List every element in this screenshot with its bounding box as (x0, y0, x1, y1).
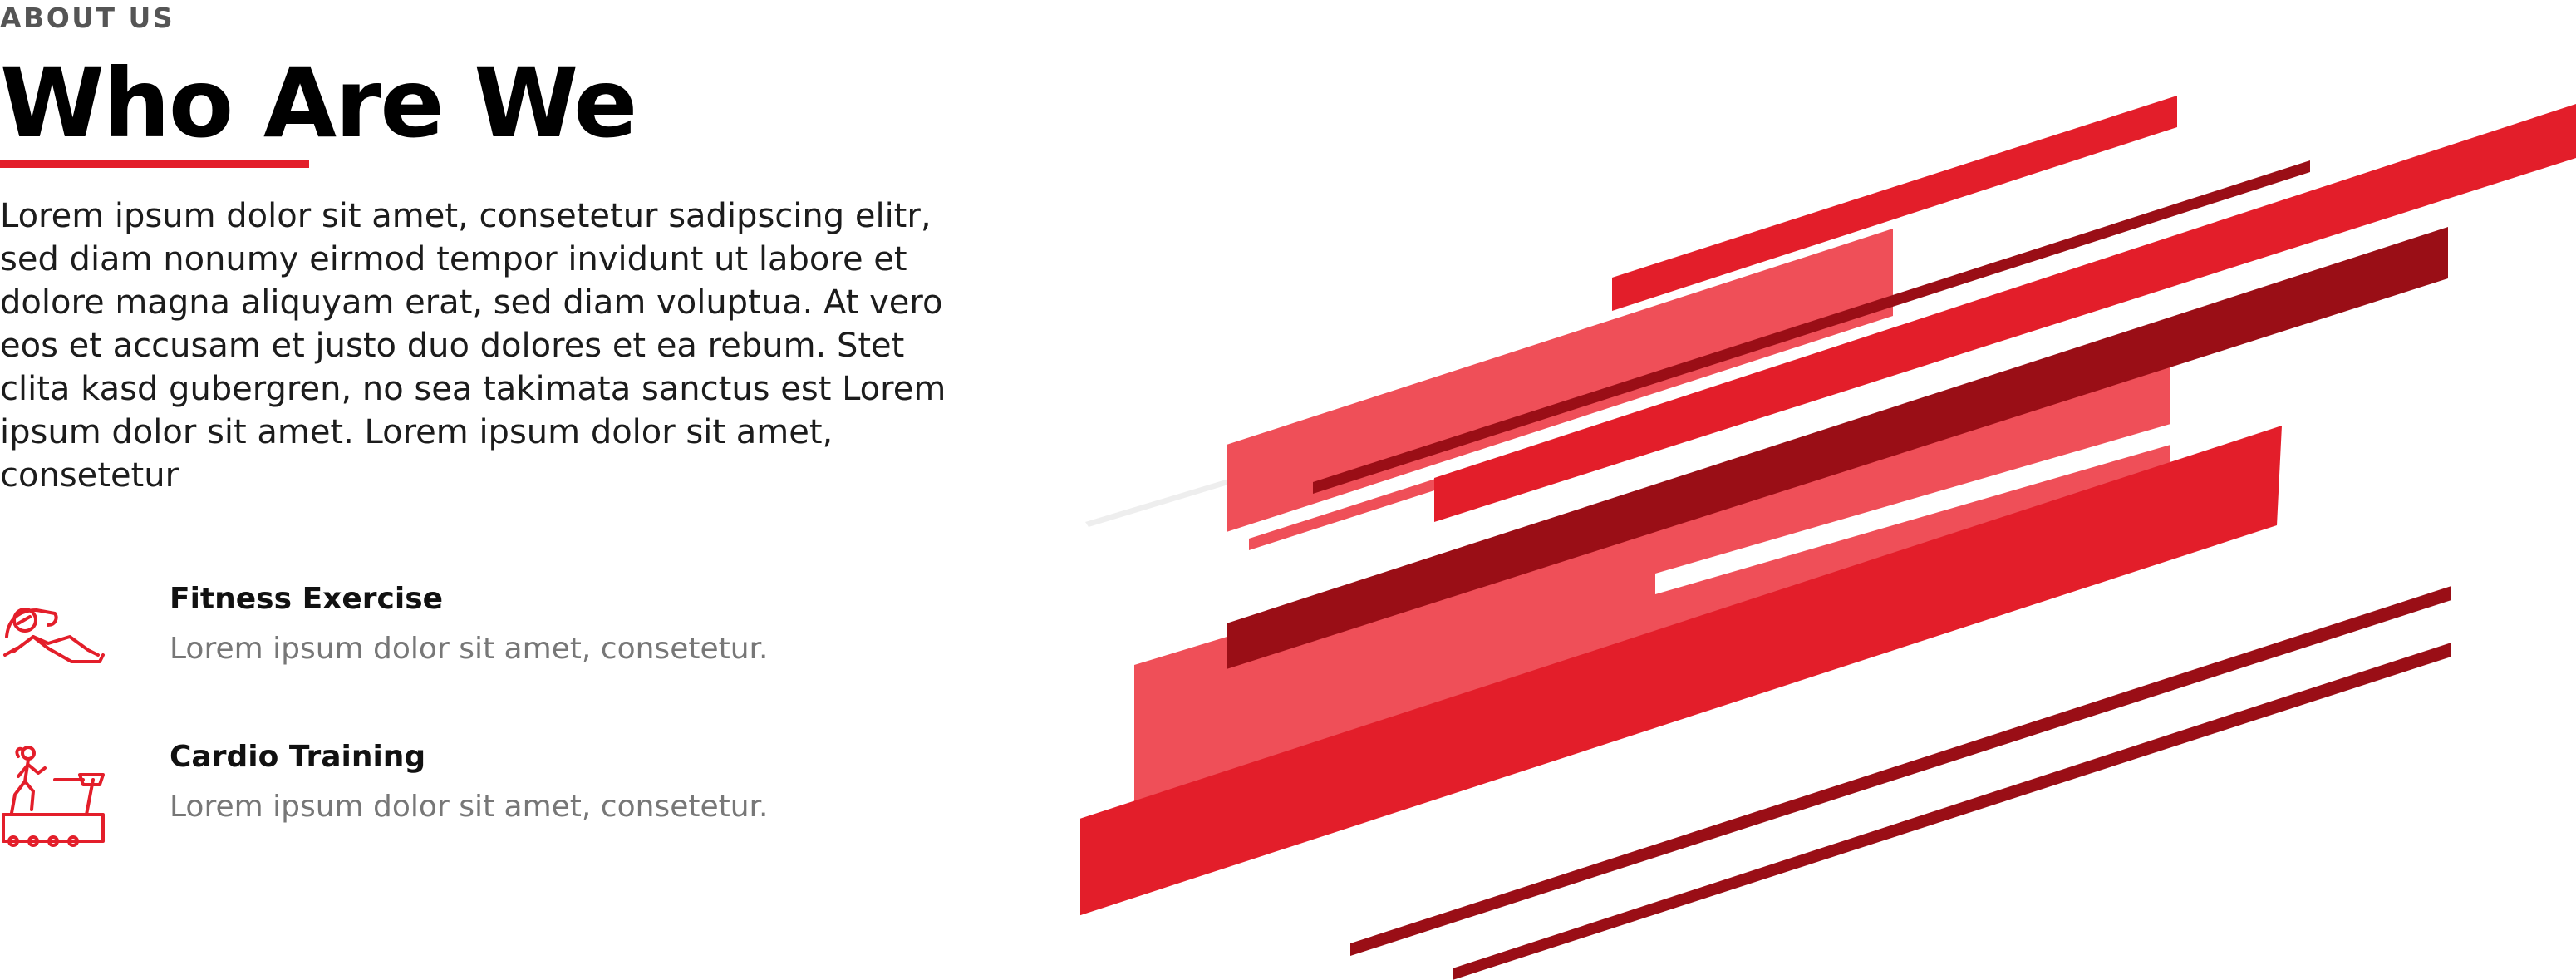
page-title: Who Are We (0, 48, 637, 159)
diagonal-stripes-graphic (1080, 96, 2576, 980)
feature-fitness: Fitness Exercise Lorem ipsum dolor sit a… (0, 579, 956, 695)
feature-cardio: Cardio Training Lorem ipsum dolor sit am… (0, 736, 956, 853)
section-eyebrow: ABOUT US (0, 2, 175, 34)
feature-description: Lorem ipsum dolor sit amet, consetetur. (170, 790, 769, 824)
section-body: Lorem ipsum dolor sit amet, consetetur s… (0, 197, 946, 495)
sit-up-exercise-icon (3, 608, 105, 663)
feature-title: Cardio Training (170, 740, 426, 774)
feature-description: Lorem ipsum dolor sit amet, consetetur. (170, 632, 769, 666)
feature-title: Fitness Exercise (170, 582, 444, 616)
treadmill-runner-icon (2, 746, 105, 847)
title-underline (0, 160, 309, 168)
